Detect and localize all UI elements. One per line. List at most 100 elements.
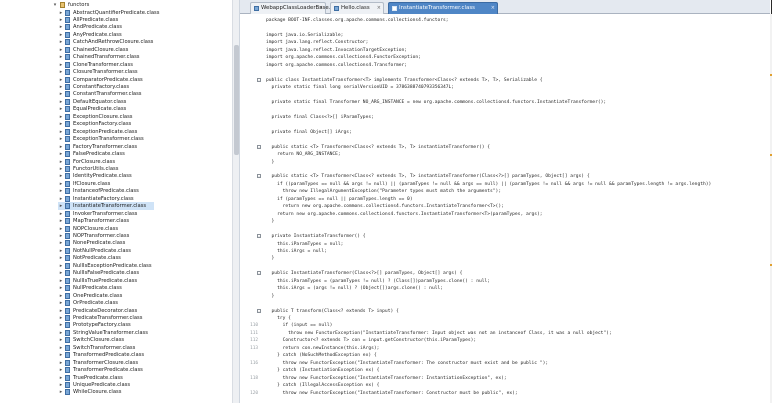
chevron-down-icon[interactable]: ▾ [52,2,58,8]
code-line[interactable]: return new org.apache.commons.collection… [240,203,758,210]
code-line[interactable]: 112 Constructor<? extends T> con = input… [240,337,758,344]
code-line[interactable]: - public InstantiateTransformer(Class<?>… [240,270,758,277]
chevron-right-icon[interactable]: ▸ [58,337,64,343]
code-line[interactable]: - public static <T> Transformer<Class<? … [240,173,758,180]
chevron-right-icon[interactable]: ▸ [58,389,64,395]
fold-toggle-icon[interactable]: - [257,271,261,276]
chevron-right-icon[interactable]: ▸ [58,255,64,261]
fold-toggle-icon[interactable]: - [257,308,261,313]
chevron-right-icon[interactable]: ▸ [58,345,64,351]
chevron-right-icon[interactable]: ▸ [58,203,64,209]
code-line[interactable]: - public T transform(Class<? extends T> … [240,308,758,315]
code-line[interactable]: 118 throw new FunctorException("Instanti… [240,375,758,382]
chevron-right-icon[interactable]: ▸ [58,166,64,172]
code-line[interactable] [240,92,758,99]
chevron-right-icon[interactable]: ▸ [58,315,64,321]
chevron-right-icon[interactable]: ▸ [58,211,64,217]
code-line[interactable]: throw new IllegalArgumentException("Para… [240,188,758,195]
tree-item[interactable]: ▸ WhileClosure.class [58,388,154,396]
fold-toggle-icon[interactable]: - [257,144,261,149]
fold-toggle-icon[interactable]: - [257,77,261,82]
chevron-right-icon[interactable]: ▸ [58,278,64,284]
code-line[interactable]: 111 throw new FunctorException("Instanti… [240,330,758,337]
chevron-right-icon[interactable]: ▸ [58,77,64,83]
code-line[interactable]: 120 throw new FunctorException("Instanti… [240,390,758,397]
code-line[interactable]: - public static <T> Transformer<Class<? … [240,144,758,151]
chevron-right-icon[interactable]: ▸ [58,367,64,373]
chevron-right-icon[interactable]: ▸ [58,173,64,179]
chevron-right-icon[interactable]: ▸ [58,106,64,112]
code-line[interactable] [240,226,758,233]
code-line[interactable]: } [240,255,758,262]
code-line[interactable]: } catch (IllegalAccessException ex) { [240,382,758,389]
code-line[interactable]: package BOOT-INF.classes.org.apache.comm… [240,17,758,24]
chevron-right-icon[interactable]: ▸ [58,240,64,246]
close-icon[interactable]: × [491,3,495,14]
code-line[interactable]: import java.io.Serializable; [240,32,758,39]
code-line[interactable]: if ((paramTypes == null && args != null)… [240,181,758,188]
code-line[interactable] [240,300,758,307]
chevron-right-icon[interactable]: ▸ [58,375,64,381]
code-line[interactable]: try { [240,315,758,322]
chevron-right-icon[interactable]: ▸ [58,10,64,16]
editor-tab[interactable]: WebappClassLoaderBase.class × [250,2,344,14]
chevron-right-icon[interactable]: ▸ [58,181,64,187]
code-line[interactable]: private static final Transformer NO_ARG_… [240,99,758,106]
code-line[interactable] [240,166,758,173]
chevron-right-icon[interactable]: ▸ [58,360,64,366]
chevron-right-icon[interactable]: ▸ [58,285,64,291]
code-line[interactable]: this.iArgs = null; [240,248,758,255]
close-icon[interactable]: × [319,3,323,14]
code-line[interactable] [240,106,758,113]
chevron-right-icon[interactable]: ▸ [58,308,64,314]
code-line[interactable]: } [240,293,758,300]
chevron-right-icon[interactable]: ▸ [58,248,64,254]
chevron-right-icon[interactable]: ▸ [58,218,64,224]
chevron-right-icon[interactable]: ▸ [58,322,64,328]
code-line[interactable] [240,121,758,128]
code-line[interactable]: private final Class<?>[] iParamTypes; [240,114,758,121]
code-line[interactable]: 110 if (input == null) [240,322,758,329]
code-line[interactable]: 113 return con.newInstance(this.iArgs); [240,345,758,352]
chevron-right-icon[interactable]: ▸ [58,151,64,157]
code-line[interactable]: - private InstantiateTransformer() { [240,233,758,240]
code-area[interactable]: package BOOT-INF.classes.org.apache.comm… [240,14,758,403]
code-line[interactable]: } catch (InstantiationException ex) { [240,367,758,374]
code-line[interactable]: if (paramTypes == null || paramTypes.len… [240,196,758,203]
code-line[interactable]: import java.lang.reflect.Constructor; [240,39,758,46]
chevron-right-icon[interactable]: ▸ [58,47,64,53]
chevron-right-icon[interactable]: ▸ [58,330,64,336]
chevron-right-icon[interactable]: ▸ [58,54,64,60]
code-line[interactable]: private static final long serialVersionU… [240,84,758,91]
chevron-right-icon[interactable]: ▸ [58,62,64,68]
code-line[interactable]: return new org.apache.commons.collection… [240,211,758,218]
chevron-right-icon[interactable]: ▸ [58,352,64,358]
chevron-right-icon[interactable]: ▸ [58,24,64,30]
chevron-right-icon[interactable]: ▸ [58,17,64,23]
chevron-right-icon[interactable]: ▸ [58,293,64,299]
code-line[interactable] [240,24,758,31]
editor-tab[interactable]: Hello.class × [330,2,384,14]
code-line[interactable]: private final Object[] iArgs; [240,129,758,136]
chevron-right-icon[interactable]: ▸ [58,32,64,38]
chevron-right-icon[interactable]: ▸ [58,382,64,388]
tree-scrollbar-thumb[interactable] [234,45,239,155]
chevron-right-icon[interactable]: ▸ [58,121,64,127]
chevron-right-icon[interactable]: ▸ [58,69,64,75]
code-line[interactable]: 116 throw new FunctorException("Instanti… [240,360,758,367]
close-icon[interactable]: × [377,3,381,14]
chevron-right-icon[interactable]: ▸ [58,84,64,90]
code-line[interactable] [240,263,758,270]
code-line[interactable]: import org.apache.commons.collections4.T… [240,62,758,69]
code-line[interactable]: import java.lang.reflect.InvocationTarge… [240,47,758,54]
code-line[interactable]: return NO_ARG_INSTANCE; [240,151,758,158]
chevron-right-icon[interactable]: ▸ [58,159,64,165]
chevron-right-icon[interactable]: ▸ [58,226,64,232]
code-line[interactable]: } [240,218,758,225]
code-line[interactable] [240,136,758,143]
code-line[interactable]: this.iParamTypes = (paramTypes != null) … [240,278,758,285]
chevron-right-icon[interactable]: ▸ [58,129,64,135]
chevron-right-icon[interactable]: ▸ [58,233,64,239]
code-line[interactable]: } catch (NoSuchMethodException ex) { [240,352,758,359]
code-line[interactable]: this.iArgs = (args != null) ? (Object[])… [240,285,758,292]
